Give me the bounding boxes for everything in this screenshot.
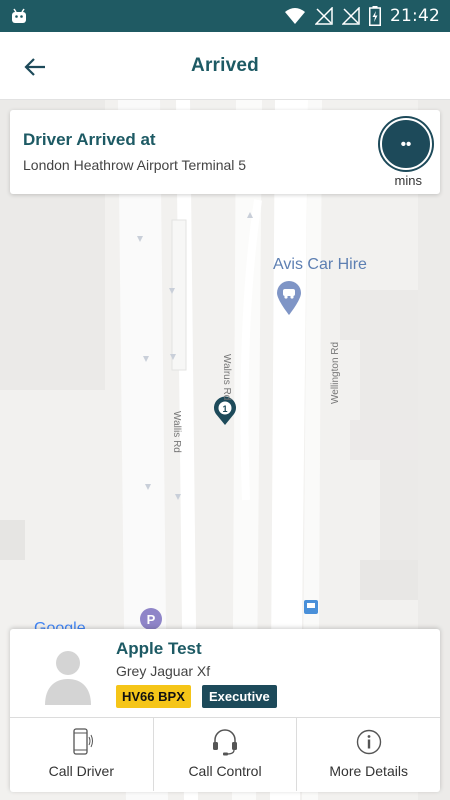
battery-charging-icon [369,6,381,26]
phone-icon [73,728,94,755]
road-label-wallis: Wallis Rd [171,411,182,453]
car-rental-pin-icon[interactable] [276,280,302,316]
call-control-label: Call Control [188,763,262,779]
driver-info: Apple Test Grey Jaguar Xf HV66 BPX Execu… [10,629,440,718]
more-details-label: More Details [329,763,408,779]
arrival-card: Driver Arrived at London Heathrow Airpor… [10,110,440,194]
back-button[interactable] [18,50,52,84]
android-icon [12,8,26,23]
page-title: Arrived [191,54,259,76]
road-label-wellington: Wellington Rd [330,341,341,404]
headset-icon [213,729,237,756]
wifi-icon [285,8,305,24]
pin-number: 1 [222,404,227,414]
call-control-button[interactable]: Call Control [152,718,297,791]
car-model: Grey Jaguar Xf [116,663,211,679]
eta-badge: •• [380,118,432,170]
call-driver-button[interactable]: Call Driver [10,718,153,791]
call-driver-label: Call Driver [48,763,114,779]
action-bar: Call Driver Call Control More Details [10,718,440,791]
eta-unit: mins [394,173,422,188]
more-details-button[interactable]: More Details [296,718,440,791]
app-bar: Arrived [0,32,450,100]
road-label-walrus: Walrus Rd [221,354,232,401]
driver-location-pin-icon[interactable]: 1 [212,396,238,426]
no-sim-icon [342,7,360,25]
arrival-heading: Driver Arrived at [23,130,156,149]
parking-icon: P [147,612,156,627]
driver-name: Apple Test [116,639,202,658]
avatar-icon [45,651,91,705]
arrow-left-icon [24,58,45,76]
no-sim-icon [315,7,333,25]
status-bar: 21:42 [0,0,450,32]
arrival-location: London Heathrow Airport Terminal 5 [23,157,247,173]
info-icon [356,729,381,755]
driver-panel: Apple Test Grey Jaguar Xf HV66 BPX Execu… [10,629,440,792]
license-plate-badge: HV66 BPX [116,685,191,708]
status-time: 21:42 [390,6,440,26]
poi-label: Avis Car Hire [273,256,367,273]
vehicle-class-badge: Executive [202,685,277,708]
